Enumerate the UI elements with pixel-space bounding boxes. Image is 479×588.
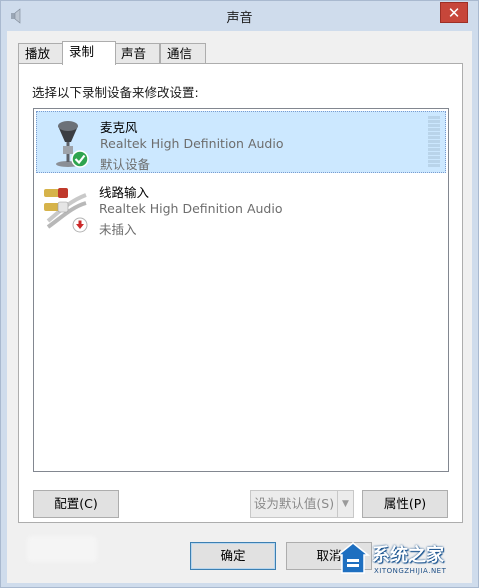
device-list[interactable]: 麦克风 Realtek High Definition Audio 默认设备 线…: [33, 108, 449, 472]
device-item-microphone[interactable]: 麦克风 Realtek High Definition Audio 默认设备: [36, 111, 446, 173]
device-status: 默认设备: [100, 157, 151, 172]
watermark-text: 系统之家: [372, 545, 444, 566]
recording-panel: 选择以下录制设备来修改设置: 麦克风 Realtek High Definiti…: [18, 63, 463, 523]
set-default-button[interactable]: 设为默认值(S) ▼: [250, 490, 354, 518]
watermark-url: XITONGZHIJIA.NET: [374, 567, 447, 575]
set-default-label: 设为默认值(S): [253, 496, 335, 511]
ok-button[interactable]: 确定: [190, 542, 276, 570]
chevron-down-icon[interactable]: ▼: [337, 491, 353, 517]
red-down-arrow-icon: [72, 217, 88, 233]
watermark: 系统之家 XITONGZHIJIA.NET: [332, 537, 472, 581]
device-description: Realtek High Definition Audio: [99, 201, 283, 216]
tab-sounds[interactable]: 声音: [114, 43, 160, 64]
tab-playback[interactable]: 播放: [18, 43, 64, 64]
close-button[interactable]: ✕: [440, 2, 468, 23]
tab-recording[interactable]: 录制: [62, 41, 116, 65]
window-title: 声音: [226, 11, 253, 26]
device-description: Realtek High Definition Audio: [100, 136, 284, 151]
device-name: 线路输入: [99, 185, 150, 200]
blurred-region: [27, 536, 97, 562]
green-check-icon: [71, 150, 89, 168]
dialog-client-area: 播放 录制 声音 通信 选择以下录制设备来修改设置: 麦克风 Realtek H…: [7, 31, 472, 583]
level-meter: [428, 116, 440, 168]
sound-dialog: 声音 ✕ 播放 录制 声音 通信 选择以下录制设备来修改设置: 麦克风 Real…: [0, 0, 479, 588]
device-item-line-in[interactable]: 线路输入 Realtek High Definition Audio 未插入: [36, 177, 446, 239]
house-logo-icon: [335, 541, 371, 575]
title-bar[interactable]: 声音 ✕: [1, 1, 478, 31]
instruction-label: 选择以下录制设备来修改设置:: [32, 85, 199, 100]
close-icon: ✕: [447, 3, 461, 22]
properties-button[interactable]: 属性(P): [362, 490, 448, 518]
device-status: 未插入: [99, 222, 137, 237]
tab-communications[interactable]: 通信: [160, 43, 206, 64]
configure-button[interactable]: 配置(C): [33, 490, 119, 518]
device-name: 麦克风: [100, 120, 138, 135]
